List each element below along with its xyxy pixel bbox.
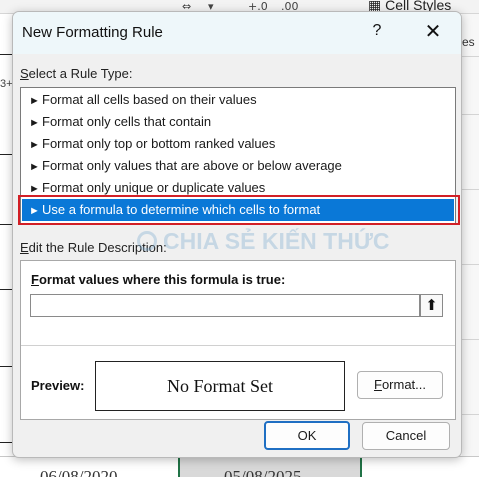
rule-type-item[interactable]: ► Format only top or bottom ranked values: [22, 133, 454, 155]
panel-divider: [21, 345, 455, 346]
collapse-arrow-icon: ⬆: [425, 297, 438, 314]
formula-input[interactable]: [30, 294, 420, 317]
rule-arrow-icon: ►: [29, 161, 40, 173]
preview-label: Preview:: [31, 378, 85, 393]
collapse-dialog-button[interactable]: ⬆: [420, 294, 443, 317]
rule-type-item[interactable]: ► Format only cells that contain: [22, 111, 454, 133]
ok-button[interactable]: OK: [264, 421, 350, 450]
dialog-title: New Formatting Rule: [22, 24, 163, 41]
left-edge-text: 3+: [0, 78, 13, 90]
format-button[interactable]: Format...: [357, 371, 443, 399]
close-button[interactable]: ✕: [421, 20, 445, 44]
new-formatting-rule-dialog: New Formatting Rule ? ✕ Select a Rule Ty…: [12, 11, 462, 458]
rule-type-item[interactable]: ► Format all cells based on their values: [22, 89, 454, 111]
help-button[interactable]: ?: [367, 22, 387, 44]
right-edge-text: es: [462, 35, 475, 49]
cancel-button[interactable]: Cancel: [362, 422, 450, 450]
rule-type-item[interactable]: ► Format only values that are above or be…: [22, 155, 454, 177]
sheet-left-edge: 3+: [0, 14, 13, 477]
watermark-text: CHIA SẺ KIẾN THỨC: [163, 228, 390, 254]
select-rule-type-label: Select a Rule Type:: [20, 66, 133, 81]
rule-arrow-icon: ►: [29, 95, 40, 107]
edit-rule-description-label: Edit the Rule Description:: [20, 240, 167, 255]
watermark: CHIA SẺ KIẾN THỨC: [137, 228, 397, 254]
highlight-outline: [18, 195, 460, 225]
rule-arrow-icon: ►: [29, 139, 40, 151]
sheet-cell-date-2[interactable]: 05/08/2025: [224, 467, 301, 477]
dialog-title-bar[interactable]: New Formatting Rule ? ✕: [13, 12, 461, 54]
rule-description-panel: Format values where this formula is true…: [20, 260, 456, 420]
sheet-cell-date-1[interactable]: 06/08/2020: [40, 467, 117, 477]
sheet-right-edge: es: [462, 14, 479, 477]
preview-box: No Format Set: [95, 361, 345, 411]
rule-arrow-icon: ►: [29, 117, 40, 129]
formula-label: Format values where this formula is true…: [31, 272, 286, 287]
